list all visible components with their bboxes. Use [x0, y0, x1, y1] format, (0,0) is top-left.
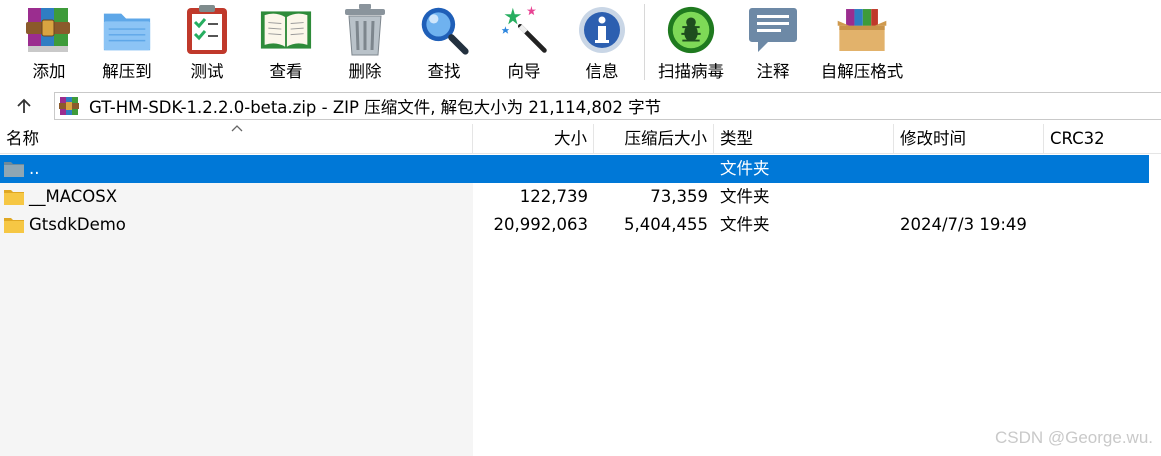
row-packed-size: 73,359: [650, 187, 708, 206]
table-row[interactable]: __MACOSX 122,739 73,359 文件夹: [0, 183, 1161, 211]
up-arrow-icon: [17, 98, 31, 113]
up-button[interactable]: [10, 94, 38, 118]
find-button[interactable]: 查找: [406, 2, 482, 86]
table-row-parent[interactable]: .. 文件夹: [0, 155, 1149, 183]
comment-bubble-icon: [747, 2, 799, 58]
address-bar: GT-HM-SDK-1.2.2.0-beta.zip - ZIP 压缩文件, 解…: [0, 90, 1161, 122]
row-packed-size: 5,404,455: [624, 215, 708, 234]
extract-folder-icon: [101, 2, 153, 58]
column-modified-label: 修改时间: [900, 129, 966, 148]
row-modified: 2024/7/3 19:49: [900, 215, 1027, 234]
delete-button[interactable]: 删除: [327, 2, 403, 86]
sort-ascending-icon: [231, 125, 243, 132]
column-packed-label: 压缩后大小: [624, 129, 708, 148]
add-archive-icon: [23, 2, 75, 58]
row-name: GtsdkDemo: [29, 215, 126, 234]
folder-icon: [4, 218, 24, 233]
extract-to-button[interactable]: 解压到: [89, 2, 165, 86]
row-type: 文件夹: [720, 159, 770, 178]
column-modified[interactable]: 修改时间: [894, 124, 1044, 154]
row-name: ..: [29, 159, 40, 178]
wizard-button[interactable]: 向导: [486, 2, 562, 86]
delete-label: 删除: [348, 62, 382, 81]
scan-virus-button[interactable]: 扫描病毒: [653, 2, 729, 86]
row-size: 122,739: [519, 187, 588, 206]
magnifier-icon: [418, 2, 470, 58]
column-size[interactable]: 大小: [473, 124, 594, 154]
test-button[interactable]: 测试: [169, 2, 245, 86]
extract-to-label: 解压到: [102, 62, 152, 81]
row-size: 20,992,063: [493, 215, 588, 234]
info-label: 信息: [585, 62, 619, 81]
column-header: 名称 大小 压缩后大小 类型 修改时间 CRC32: [0, 124, 1161, 154]
virus-scan-icon: [665, 2, 717, 58]
column-type[interactable]: 类型: [714, 124, 894, 154]
sfx-label: 自解压格式: [820, 62, 904, 81]
column-type-label: 类型: [720, 129, 753, 148]
column-packed-size[interactable]: 压缩后大小: [594, 124, 714, 154]
trash-can-icon: [339, 2, 391, 58]
toolbar-separator: [644, 4, 645, 80]
comment-label: 注释: [756, 62, 790, 81]
path-field[interactable]: GT-HM-SDK-1.2.2.0-beta.zip - ZIP 压缩文件, 解…: [54, 92, 1161, 120]
parent-folder-icon: [4, 162, 24, 177]
scan-virus-label: 扫描病毒: [658, 62, 724, 81]
folder-icon: [4, 190, 24, 205]
info-icon: [576, 2, 628, 58]
wizard-label: 向导: [507, 62, 541, 81]
view-button[interactable]: 查看: [248, 2, 324, 86]
clipboard-check-icon: [181, 2, 233, 58]
sfx-box-icon: [836, 2, 888, 58]
add-button[interactable]: 添加: [11, 2, 87, 86]
row-type: 文件夹: [720, 187, 770, 206]
sfx-button[interactable]: 自解压格式: [816, 2, 908, 86]
row-type: 文件夹: [720, 215, 770, 234]
column-crc-label: CRC32: [1050, 129, 1105, 148]
table-row[interactable]: GtsdkDemo 20,992,063 5,404,455 文件夹 2024/…: [0, 211, 1161, 239]
info-button[interactable]: 信息: [564, 2, 640, 86]
archive-path: GT-HM-SDK-1.2.2.0-beta.zip - ZIP 压缩文件, 解…: [89, 98, 662, 117]
add-label: 添加: [32, 62, 66, 81]
column-name-label: 名称: [6, 129, 39, 148]
comment-button[interactable]: 注释: [735, 2, 811, 86]
test-label: 测试: [190, 62, 224, 81]
zip-archive-icon: [59, 97, 79, 115]
magic-wand-icon: [498, 2, 550, 58]
row-name: __MACOSX: [29, 187, 118, 206]
open-book-icon: [260, 2, 312, 58]
file-list: .. 文件夹 __MACOSX 122,739 73,359 文件夹 Gtsdk…: [0, 155, 1161, 456]
find-label: 查找: [427, 62, 461, 81]
column-size-label: 大小: [554, 129, 587, 148]
watermark: CSDN @George.wu.: [994, 428, 1153, 447]
toolbar: 添加 解压到 测试 查看 删除 查找 向导 信息 扫描病毒 注释 自解压格式: [0, 0, 1161, 90]
view-label: 查看: [269, 62, 303, 81]
column-crc32[interactable]: CRC32: [1044, 124, 1161, 154]
